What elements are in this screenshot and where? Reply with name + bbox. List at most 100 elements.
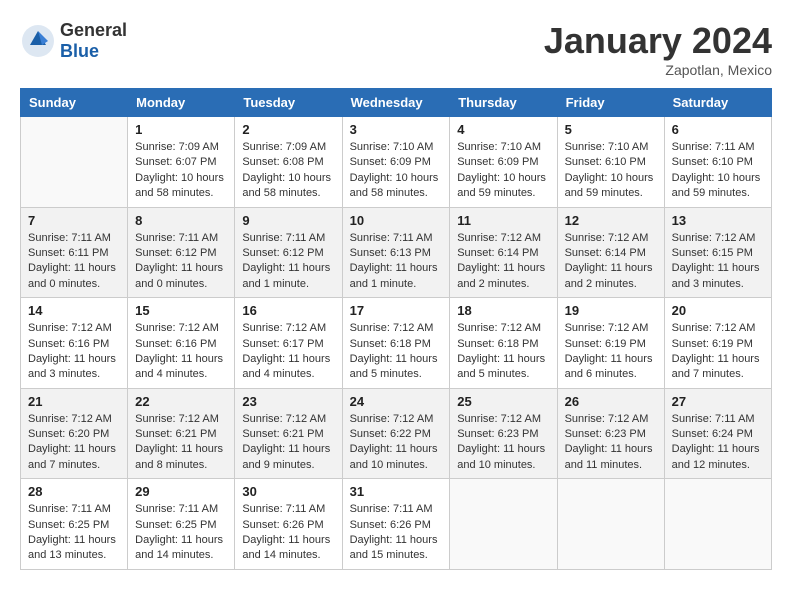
calendar-cell: 8 Sunrise: 7:11 AM Sunset: 6:12 PM Daylig… xyxy=(128,207,235,298)
day-number: 22 xyxy=(135,394,227,409)
calendar-cell: 17 Sunrise: 7:12 AM Sunset: 6:18 PM Dayli… xyxy=(342,298,450,389)
day-number: 5 xyxy=(565,122,657,137)
calendar-cell: 30 Sunrise: 7:11 AM Sunset: 6:26 PM Dayli… xyxy=(235,479,342,570)
day-number: 17 xyxy=(350,303,443,318)
title-area: January 2024 Zapotlan, Mexico xyxy=(544,20,772,78)
day-info: Sunrise: 7:12 AM Sunset: 6:17 PM Dayligh… xyxy=(242,321,334,383)
calendar-cell: 28Sunrise: 7:11 AM Sunset: 6:25 PM Dayli… xyxy=(21,479,128,570)
day-info: Sunrise: 7:12 AM Sunset: 6:19 PM Dayligh… xyxy=(672,321,764,383)
day-number: 21 xyxy=(28,394,120,409)
calendar-cell: 27 Sunrise: 7:11 AM Sunset: 6:24 PM Dayli… xyxy=(664,388,771,479)
column-header-wednesday: Wednesday xyxy=(342,89,450,117)
day-info: Sunrise: 7:11 AM Sunset: 6:12 PM Dayligh… xyxy=(135,231,227,293)
day-info: Sunrise: 7:12 AM Sunset: 6:18 PM Dayligh… xyxy=(457,321,549,383)
logo-blue-text: Blue xyxy=(60,41,99,61)
calendar-cell xyxy=(450,479,557,570)
day-number: 2 xyxy=(242,122,334,137)
calendar-cell xyxy=(21,117,128,208)
calendar-table: SundayMondayTuesdayWednesdayThursdayFrid… xyxy=(20,88,772,570)
calendar-cell: 5 Sunrise: 7:10 AM Sunset: 6:10 PM Daylig… xyxy=(557,117,664,208)
calendar-cell: 12 Sunrise: 7:12 AM Sunset: 6:14 PM Dayli… xyxy=(557,207,664,298)
column-header-saturday: Saturday xyxy=(664,89,771,117)
calendar-cell: 10Sunrise: 7:11 AM Sunset: 6:13 PM Dayli… xyxy=(342,207,450,298)
day-info: Sunrise: 7:12 AM Sunset: 6:18 PM Dayligh… xyxy=(350,321,443,383)
calendar-cell: 20Sunrise: 7:12 AM Sunset: 6:19 PM Dayli… xyxy=(664,298,771,389)
day-number: 26 xyxy=(565,394,657,409)
day-info: Sunrise: 7:12 AM Sunset: 6:20 PM Dayligh… xyxy=(28,412,120,474)
calendar-cell xyxy=(557,479,664,570)
day-number: 18 xyxy=(457,303,549,318)
calendar-cell: 15 Sunrise: 7:12 AM Sunset: 6:16 PM Dayli… xyxy=(128,298,235,389)
day-info: Sunrise: 7:12 AM Sunset: 6:23 PM Dayligh… xyxy=(457,412,549,474)
calendar-cell: 14Sunrise: 7:12 AM Sunset: 6:16 PM Dayli… xyxy=(21,298,128,389)
calendar-cell: 7 Sunrise: 7:11 AM Sunset: 6:11 PM Daylig… xyxy=(21,207,128,298)
day-number: 11 xyxy=(457,213,549,228)
day-number: 10 xyxy=(350,213,443,228)
calendar-cell: 9 Sunrise: 7:11 AM Sunset: 6:12 PM Daylig… xyxy=(235,207,342,298)
calendar-header-row: SundayMondayTuesdayWednesdayThursdayFrid… xyxy=(21,89,772,117)
day-info: Sunrise: 7:12 AM Sunset: 6:16 PM Dayligh… xyxy=(135,321,227,383)
calendar-cell: 24Sunrise: 7:12 AM Sunset: 6:22 PM Dayli… xyxy=(342,388,450,479)
calendar-week-row: 14Sunrise: 7:12 AM Sunset: 6:16 PM Dayli… xyxy=(21,298,772,389)
day-info: Sunrise: 7:12 AM Sunset: 6:15 PM Dayligh… xyxy=(672,231,764,293)
day-info: Sunrise: 7:11 AM Sunset: 6:11 PM Dayligh… xyxy=(28,231,120,293)
day-number: 31 xyxy=(350,484,443,499)
day-number: 30 xyxy=(242,484,334,499)
day-number: 27 xyxy=(672,394,764,409)
day-number: 29 xyxy=(135,484,227,499)
day-number: 9 xyxy=(242,213,334,228)
day-info: Sunrise: 7:12 AM Sunset: 6:23 PM Dayligh… xyxy=(565,412,657,474)
day-info: Sunrise: 7:09 AM Sunset: 6:08 PM Dayligh… xyxy=(242,140,334,202)
column-header-monday: Monday xyxy=(128,89,235,117)
day-info: Sunrise: 7:11 AM Sunset: 6:12 PM Dayligh… xyxy=(242,231,334,293)
calendar-cell: 13 Sunrise: 7:12 AM Sunset: 6:15 PM Dayli… xyxy=(664,207,771,298)
day-number: 15 xyxy=(135,303,227,318)
day-number: 16 xyxy=(242,303,334,318)
calendar-cell: 26 Sunrise: 7:12 AM Sunset: 6:23 PM Dayli… xyxy=(557,388,664,479)
day-number: 23 xyxy=(242,394,334,409)
calendar-cell: 21 Sunrise: 7:12 AM Sunset: 6:20 PM Dayli… xyxy=(21,388,128,479)
calendar-cell: 19 Sunrise: 7:12 AM Sunset: 6:19 PM Dayli… xyxy=(557,298,664,389)
day-number: 19 xyxy=(565,303,657,318)
calendar-cell: 22 Sunrise: 7:12 AM Sunset: 6:21 PM Dayli… xyxy=(128,388,235,479)
calendar-cell: 6Sunrise: 7:11 AM Sunset: 6:10 PM Daylig… xyxy=(664,117,771,208)
day-info: Sunrise: 7:12 AM Sunset: 6:14 PM Dayligh… xyxy=(457,231,549,293)
calendar-cell: 3 Sunrise: 7:10 AM Sunset: 6:09 PM Daylig… xyxy=(342,117,450,208)
day-info: Sunrise: 7:10 AM Sunset: 6:09 PM Dayligh… xyxy=(350,140,443,202)
calendar-cell: 11 Sunrise: 7:12 AM Sunset: 6:14 PM Dayli… xyxy=(450,207,557,298)
day-number: 7 xyxy=(28,213,120,228)
calendar-cell: 4 Sunrise: 7:10 AM Sunset: 6:09 PM Daylig… xyxy=(450,117,557,208)
day-info: Sunrise: 7:11 AM Sunset: 6:24 PM Dayligh… xyxy=(672,412,764,474)
day-number: 3 xyxy=(350,122,443,137)
page-header: General Blue January 2024 Zapotlan, Mexi… xyxy=(20,20,772,78)
column-header-tuesday: Tuesday xyxy=(235,89,342,117)
day-info: Sunrise: 7:10 AM Sunset: 6:10 PM Dayligh… xyxy=(565,140,657,202)
day-info: Sunrise: 7:11 AM Sunset: 6:26 PM Dayligh… xyxy=(350,502,443,564)
day-info: Sunrise: 7:11 AM Sunset: 6:26 PM Dayligh… xyxy=(242,502,334,564)
month-year-title: January 2024 xyxy=(544,20,772,62)
day-number: 13 xyxy=(672,213,764,228)
day-number: 12 xyxy=(565,213,657,228)
logo-general-text: General xyxy=(60,20,127,40)
day-info: Sunrise: 7:12 AM Sunset: 6:14 PM Dayligh… xyxy=(565,231,657,293)
day-info: Sunrise: 7:12 AM Sunset: 6:21 PM Dayligh… xyxy=(135,412,227,474)
logo: General Blue xyxy=(20,20,127,62)
day-number: 4 xyxy=(457,122,549,137)
calendar-week-row: 1Sunrise: 7:09 AM Sunset: 6:07 PM Daylig… xyxy=(21,117,772,208)
calendar-cell: 16 Sunrise: 7:12 AM Sunset: 6:17 PM Dayli… xyxy=(235,298,342,389)
calendar-cell: 31 Sunrise: 7:11 AM Sunset: 6:26 PM Dayli… xyxy=(342,479,450,570)
day-info: Sunrise: 7:12 AM Sunset: 6:21 PM Dayligh… xyxy=(242,412,334,474)
day-number: 24 xyxy=(350,394,443,409)
day-number: 25 xyxy=(457,394,549,409)
day-info: Sunrise: 7:12 AM Sunset: 6:16 PM Dayligh… xyxy=(28,321,120,383)
day-info: Sunrise: 7:11 AM Sunset: 6:25 PM Dayligh… xyxy=(28,502,120,564)
day-number: 8 xyxy=(135,213,227,228)
column-header-friday: Friday xyxy=(557,89,664,117)
column-header-thursday: Thursday xyxy=(450,89,557,117)
day-info: Sunrise: 7:12 AM Sunset: 6:19 PM Dayligh… xyxy=(565,321,657,383)
calendar-cell xyxy=(664,479,771,570)
location-text: Zapotlan, Mexico xyxy=(544,62,772,78)
day-info: Sunrise: 7:10 AM Sunset: 6:09 PM Dayligh… xyxy=(457,140,549,202)
logo-icon xyxy=(20,23,56,59)
calendar-week-row: 7 Sunrise: 7:11 AM Sunset: 6:11 PM Daylig… xyxy=(21,207,772,298)
